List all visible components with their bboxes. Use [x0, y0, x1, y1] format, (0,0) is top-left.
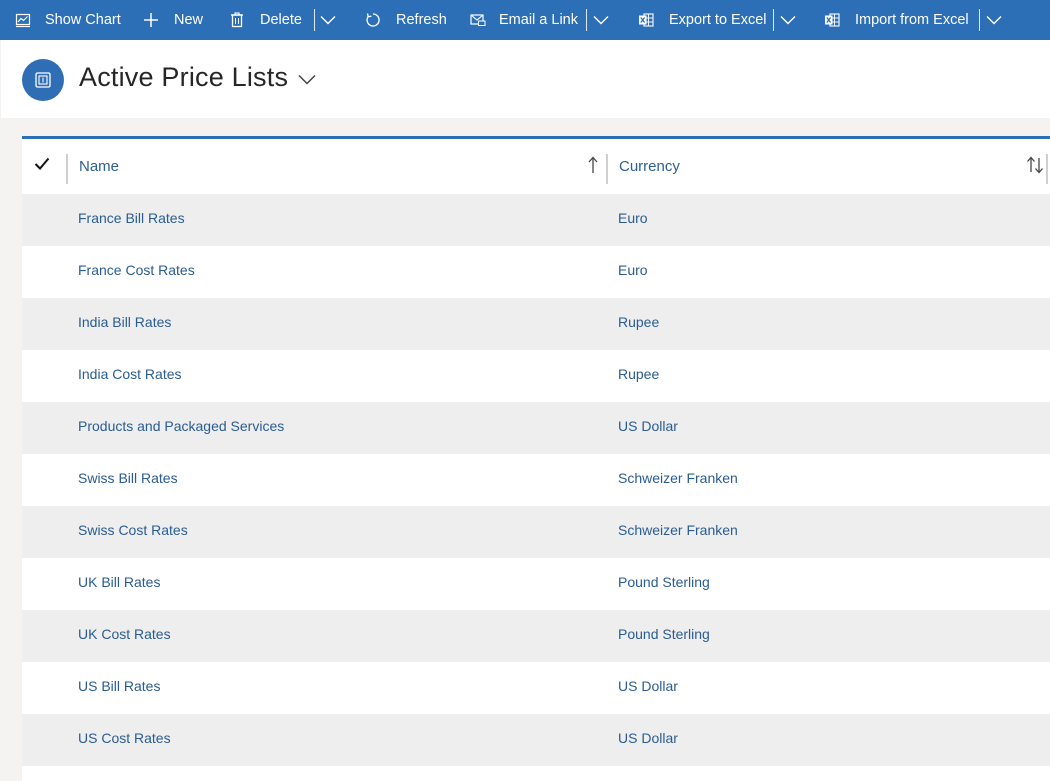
refresh-button[interactable]: Refresh [364, 0, 447, 40]
refresh-label: Refresh [396, 12, 447, 28]
price-list-name-link[interactable]: Swiss Cost Rates [78, 522, 188, 538]
currency-link[interactable]: US Dollar [618, 730, 678, 746]
import-excel-label: Import from Excel [855, 12, 969, 28]
price-list-icon [22, 59, 64, 101]
table-row[interactable]: Swiss Bill Rates Schweizer Franken [22, 454, 1050, 506]
sort-ascending-icon[interactable] [588, 156, 598, 179]
price-list-name-link[interactable]: US Bill Rates [78, 678, 160, 694]
price-list-name-link[interactable]: India Bill Rates [78, 314, 171, 330]
table-row[interactable]: US Cost Rates US Dollar [22, 714, 1050, 766]
chevron-down-icon [320, 16, 336, 25]
divider [979, 9, 980, 31]
chevron-down-icon [780, 16, 796, 25]
grid-header: Name Currency [22, 139, 1050, 194]
price-list-name-link[interactable]: Swiss Bill Rates [78, 470, 178, 486]
show-chart-label: Show Chart [45, 12, 121, 28]
table-row[interactable]: India Cost Rates Rupee [22, 350, 1050, 402]
grid-body: France Bill Rates Euro France Cost Rates Eu… [22, 194, 1050, 766]
currency-link[interactable]: Rupee [618, 366, 659, 382]
chart-icon [14, 11, 32, 29]
currency-link[interactable]: US Dollar [618, 678, 678, 694]
column-divider [606, 154, 608, 184]
currency-link[interactable]: Pound Sterling [618, 574, 710, 590]
table-row[interactable]: UK Bill Rates Pound Sterling [22, 558, 1050, 610]
new-label: New [174, 12, 204, 28]
email-link-button[interactable]: Email a Link [469, 0, 578, 40]
price-list-name-link[interactable]: UK Cost Rates [78, 626, 171, 642]
currency-link[interactable]: Schweizer Franken [618, 522, 738, 538]
plus-icon [142, 11, 160, 29]
price-list-name-link[interactable]: France Bill Rates [78, 210, 185, 226]
column-header-name[interactable]: Name [79, 158, 119, 175]
select-all-checkmark-icon[interactable] [34, 157, 50, 176]
price-list-name-link[interactable]: France Cost Rates [78, 262, 195, 278]
command-bar: Show Chart New Delete Refresh Email a Li… [0, 0, 1050, 40]
show-chart-button[interactable]: Show Chart [14, 0, 121, 40]
price-list-name-link[interactable]: UK Bill Rates [78, 574, 160, 590]
trash-icon [228, 11, 246, 29]
table-row[interactable]: US Bill Rates US Dollar [22, 662, 1050, 714]
column-header-currency[interactable]: Currency [619, 158, 680, 175]
refresh-icon [364, 11, 382, 29]
price-list-name-link[interactable]: Products and Packaged Services [78, 418, 284, 434]
column-divider [66, 154, 68, 184]
chevron-down-icon [986, 16, 1002, 25]
delete-button[interactable]: Delete [228, 0, 302, 40]
sort-icon[interactable] [1026, 156, 1044, 179]
price-list-name-link[interactable]: India Cost Rates [78, 366, 182, 382]
data-grid: Name Currency France Bill Rates Euro Franc… [22, 136, 1050, 781]
excel-icon [637, 11, 655, 29]
import-excel-button[interactable]: Import from Excel [823, 0, 969, 40]
currency-link[interactable]: Rupee [618, 314, 659, 330]
divider [773, 9, 774, 31]
delete-label: Delete [260, 12, 302, 28]
excel-icon [823, 11, 841, 29]
email-link-icon [469, 11, 487, 29]
divider [586, 9, 587, 31]
view-header: Active Price Lists [1, 40, 1050, 118]
import-excel-more-chevron[interactable] [986, 0, 1002, 40]
table-row[interactable]: UK Cost Rates Pound Sterling [22, 610, 1050, 662]
export-excel-more-chevron[interactable] [780, 0, 796, 40]
table-row[interactable]: India Bill Rates Rupee [22, 298, 1050, 350]
chevron-down-icon [593, 16, 609, 25]
currency-link[interactable]: Schweizer Franken [618, 470, 738, 486]
view-selector-button[interactable] [298, 72, 316, 90]
currency-link[interactable]: Euro [618, 210, 648, 226]
chevron-down-icon [298, 74, 316, 85]
divider [314, 9, 315, 31]
export-excel-button[interactable]: Export to Excel [637, 0, 767, 40]
export-excel-label: Export to Excel [669, 12, 767, 28]
column-divider [1046, 154, 1048, 184]
price-list-name-link[interactable]: US Cost Rates [78, 730, 171, 746]
currency-link[interactable]: Euro [618, 262, 648, 278]
table-row[interactable]: Swiss Cost Rates Schweizer Franken [22, 506, 1050, 558]
page-title: Active Price Lists [79, 62, 289, 92]
new-button[interactable]: New [142, 0, 203, 40]
currency-link[interactable]: US Dollar [618, 418, 678, 434]
delete-more-chevron[interactable] [320, 0, 336, 40]
table-row[interactable]: Products and Packaged Services US Dollar [22, 402, 1050, 454]
email-link-label: Email a Link [499, 12, 578, 28]
table-row[interactable]: France Cost Rates Euro [22, 246, 1050, 298]
table-row[interactable]: France Bill Rates Euro [22, 194, 1050, 246]
email-link-more-chevron[interactable] [593, 0, 609, 40]
currency-link[interactable]: Pound Sterling [618, 626, 710, 642]
